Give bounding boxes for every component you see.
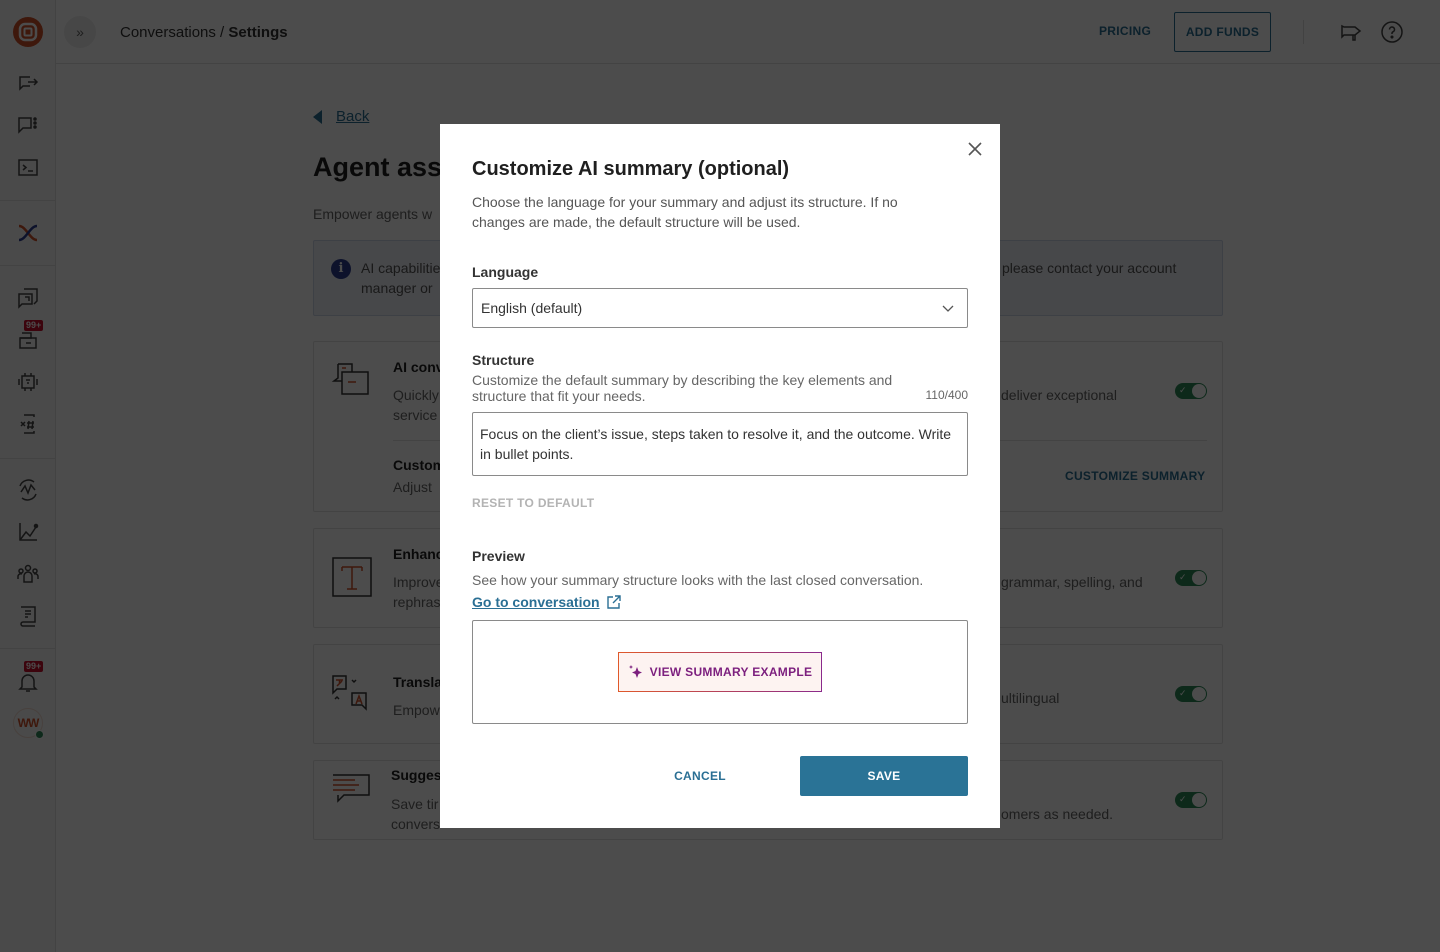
- preview-description: See how your summary structure looks wit…: [472, 572, 924, 588]
- chevron-down-icon: [942, 305, 954, 312]
- view-summary-example-label: VIEW SUMMARY EXAMPLE: [649, 665, 813, 679]
- view-summary-example-button[interactable]: VIEW SUMMARY EXAMPLE: [618, 652, 822, 692]
- language-label: Language: [472, 264, 539, 280]
- dialog-description: Choose the language for your summary and…: [472, 194, 898, 230]
- reset-to-default-button[interactable]: RESET TO DEFAULT: [472, 496, 594, 510]
- save-button[interactable]: SAVE: [800, 756, 968, 796]
- external-link-icon: [606, 595, 621, 609]
- preview-label: Preview: [472, 548, 525, 564]
- character-counter: 110/400: [925, 388, 969, 402]
- language-select[interactable]: English (default): [472, 288, 968, 328]
- structure-textarea[interactable]: Focus on the client’s issue, steps taken…: [472, 412, 968, 476]
- structure-label: Structure: [472, 352, 535, 368]
- customize-summary-dialog: Customize AI summary (optional) Choose t…: [440, 124, 1000, 828]
- cancel-button[interactable]: CANCEL: [640, 756, 760, 796]
- dialog-title: Customize AI summary (optional): [472, 158, 790, 180]
- go-to-conversation-link[interactable]: Go to conversation: [472, 594, 622, 610]
- summary-preview-box: VIEW SUMMARY EXAMPLE: [472, 620, 968, 724]
- structure-description: Customize the default summary by describ…: [472, 372, 893, 404]
- go-to-conversation-label: Go to conversation: [472, 594, 600, 610]
- close-icon[interactable]: [964, 138, 986, 160]
- sparkle-icon: [628, 665, 642, 678]
- language-selected-value: English (default): [481, 300, 583, 316]
